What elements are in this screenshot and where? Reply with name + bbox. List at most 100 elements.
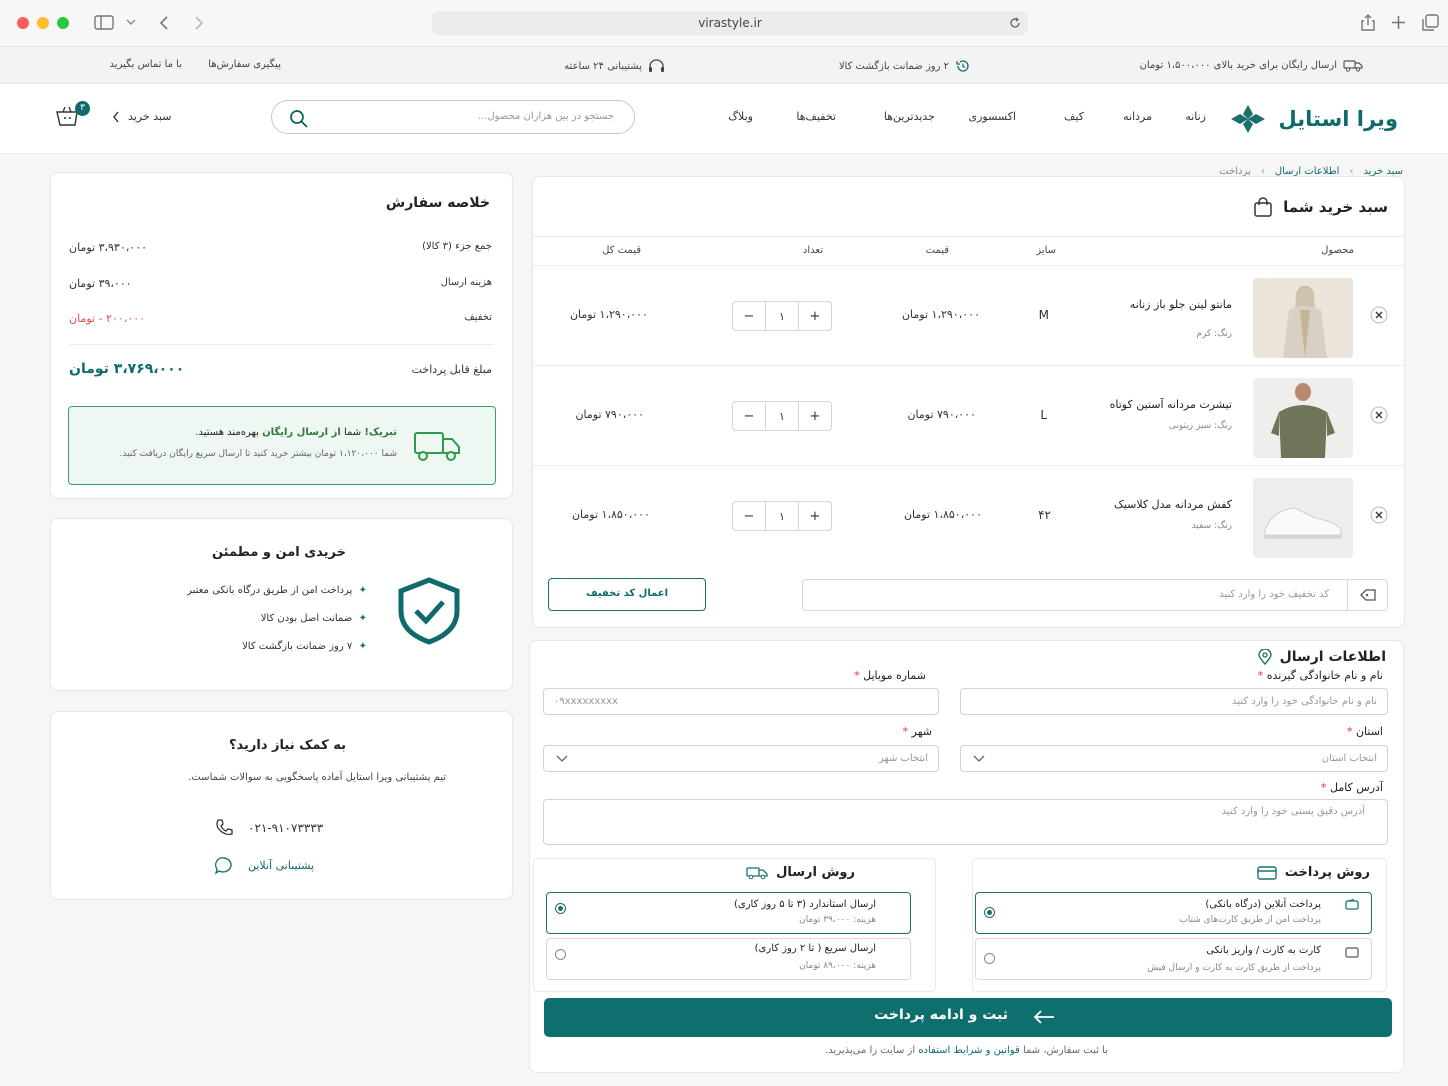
- share-icon[interactable]: [1360, 14, 1376, 32]
- search-icon[interactable]: [289, 109, 309, 129]
- address-textarea[interactable]: آدرس دقیق پستی خود را وارد کنید: [543, 799, 1388, 845]
- required-mark: *: [854, 669, 860, 682]
- decrease-qty-button[interactable]: −: [733, 402, 765, 430]
- shipping-method-title: روش ارسال: [776, 865, 855, 880]
- help-phone[interactable]: ۰۲۱-۹۱۰۷۳۳۳۳: [214, 818, 323, 838]
- shipping-cost-label: هزینه ارسال: [440, 277, 492, 288]
- close-window-button[interactable]: [17, 17, 29, 29]
- product-size: ۴۲: [1038, 508, 1051, 522]
- shipping-option-standard[interactable]: ارسال استاندارد (۳ تا ۵ روز کاری) هزینه:…: [546, 892, 911, 934]
- secure-title: خریدی امن و مطمئن: [211, 545, 346, 560]
- shipping-standard-title: ارسال استاندارد (۳ تا ۵ روز کاری): [733, 899, 876, 910]
- nav-men[interactable]: مردانه: [1123, 110, 1152, 123]
- address-label: آدرس کامل *: [1321, 781, 1383, 794]
- brand-logo[interactable]: ویرا استایل: [1227, 102, 1398, 136]
- required-mark: *: [1346, 725, 1353, 738]
- shipping-option-express[interactable]: ارسال سریع ( تا ۲ روز کاری) هزینه: ۸۹،۰۰…: [546, 938, 911, 980]
- qty-value[interactable]: ۱: [765, 302, 799, 330]
- new-tab-icon[interactable]: [1391, 15, 1406, 30]
- shipping-method-section: روش ارسال ارسال استاندارد (۳ تا ۵ روز کا…: [533, 858, 936, 992]
- zoom-window-button[interactable]: [57, 17, 69, 29]
- contact-us-link[interactable]: با ما تماس بگیرید: [110, 59, 182, 70]
- product-image-shoes[interactable]: [1253, 478, 1353, 558]
- search-box[interactable]: جستجو در بین هزاران محصول...: [271, 100, 635, 134]
- quantity-stepper[interactable]: −۱ +: [732, 501, 832, 531]
- sidebar-toggle-icon[interactable]: [94, 15, 114, 30]
- product-image-coat[interactable]: [1253, 278, 1353, 358]
- quantity-stepper[interactable]: −۱ +: [732, 401, 832, 431]
- payment-option-online[interactable]: پرداخت آنلاین (درگاه بانکی) پرداخت امن ا…: [975, 892, 1372, 934]
- product-size: L: [1040, 408, 1047, 422]
- product-name[interactable]: تیشرت مردانه آستین کوتاه: [1110, 398, 1232, 411]
- reload-icon[interactable]: [1009, 17, 1021, 29]
- mobile-input[interactable]: ۰۹xxxxxxxxx: [543, 688, 939, 715]
- chevron-down-icon[interactable]: [126, 18, 136, 26]
- chevron-down-icon: [973, 755, 985, 763]
- product-name[interactable]: مانتو لینن جلو باز زنانه: [1130, 298, 1232, 311]
- back-icon[interactable]: [158, 15, 170, 31]
- help-card: به کمک نیاز دارید؟ تیم پشتیبانی ویرا است…: [50, 711, 513, 900]
- delivery-truck-icon: [413, 429, 461, 463]
- qty-value[interactable]: ۱: [765, 402, 799, 430]
- nav-newest[interactable]: جدیدترین‌ها: [884, 110, 935, 123]
- terms-link[interactable]: قوانین و شرایط استفاده: [918, 1045, 1019, 1056]
- apply-coupon-button[interactable]: اعمال کد تخفیف: [548, 578, 706, 611]
- tabs-overview-icon[interactable]: [1422, 14, 1439, 31]
- city-select[interactable]: انتخاب شهر: [543, 745, 939, 772]
- payment-online-radio[interactable]: [984, 907, 995, 918]
- cart-table-header: محصول سایز قیمت تعداد قیمت کل: [533, 236, 1404, 266]
- address-label-text: آدرس کامل: [1329, 781, 1383, 794]
- decrease-qty-button[interactable]: −: [733, 502, 765, 530]
- increase-qty-button[interactable]: +: [799, 302, 831, 330]
- subtotal-label: جمع جزء (۳ کالا): [422, 241, 492, 252]
- payment-option-card-to-card[interactable]: کارت به کارت / واریز بانکی پرداخت از طری…: [975, 938, 1372, 980]
- province-placeholder: انتخاب استان: [1321, 753, 1377, 764]
- shipping-standard-radio[interactable]: [555, 903, 566, 914]
- cart-button[interactable]: ۳: [55, 101, 90, 128]
- increase-qty-button[interactable]: +: [799, 502, 831, 530]
- payment-method-header: روش پرداخت: [1257, 865, 1370, 880]
- address-bar[interactable]: virastyle.ir: [432, 11, 1028, 35]
- decrease-qty-button[interactable]: −: [733, 302, 765, 330]
- quantity-stepper[interactable]: −۱ +: [732, 301, 832, 331]
- city-label-text: شهر: [911, 725, 932, 738]
- payment-card-radio[interactable]: [984, 953, 995, 964]
- contact-us-text: با ما تماس بگیرید: [109, 59, 182, 70]
- online-support-link[interactable]: پشتیبانی آنلاین: [214, 856, 314, 875]
- secure-item: ✦ ضمانت اصل بودن کالا: [261, 613, 367, 624]
- required-mark: *: [1257, 669, 1264, 682]
- promo-prefix: تبریک!: [364, 427, 397, 438]
- cart-link[interactable]: سبد خرید: [112, 110, 172, 123]
- nav-accessories[interactable]: اکسسوری: [968, 110, 1016, 123]
- support-notice: پشتیبانی ۲۴ ساعته: [564, 59, 665, 74]
- forward-icon[interactable]: [193, 15, 205, 31]
- fullname-input[interactable]: نام و نام خانوادگی خود را وارد کنید: [960, 688, 1388, 715]
- remove-item-icon[interactable]: [1370, 506, 1388, 524]
- shipping-info-title: اطلاعات ارسال: [1279, 649, 1386, 665]
- qty-value[interactable]: ۱: [765, 502, 799, 530]
- product-name[interactable]: کفش مردانه مدل کلاسیک: [1114, 498, 1232, 511]
- summary-title: خلاصه سفارش: [385, 195, 490, 211]
- province-select[interactable]: انتخاب استان: [960, 745, 1388, 772]
- shopping-bag-icon: [1253, 197, 1273, 217]
- remove-item-icon[interactable]: [1370, 306, 1388, 324]
- track-orders-link[interactable]: پیگیری سفارش‌ها: [208, 59, 281, 70]
- remove-item-icon[interactable]: [1370, 406, 1388, 424]
- coupon-input[interactable]: کد تخفیف خود را وارد کنید: [802, 579, 1388, 611]
- promo-sub: شما ۱،۱۲۰،۰۰۰ تومان بیشتر خرید کنید تا ا…: [119, 449, 397, 459]
- shipping-info-header: اطلاعات ارسال: [1257, 649, 1386, 665]
- submit-order-button[interactable]: ثبت و ادامه پرداخت: [544, 998, 1392, 1037]
- phone-number: ۰۲۱-۹۱۰۷۳۳۳۳: [248, 821, 324, 835]
- url-text: virastyle.ir: [698, 16, 762, 30]
- top-info-bar: ارسال رایگان برای خرید بالای ۱،۵۰۰،۰۰۰ ت…: [0, 48, 1448, 84]
- product-image-tshirt[interactable]: [1253, 378, 1353, 458]
- diamond-bullet-icon: ✦: [358, 641, 367, 652]
- minimize-window-button[interactable]: [37, 17, 49, 29]
- nav-women[interactable]: زنانه: [1185, 110, 1206, 123]
- shipping-express-radio[interactable]: [555, 949, 566, 960]
- free-shipping-text: ارسال رایگان برای خرید بالای ۱،۵۰۰،۰۰۰ ت…: [1139, 60, 1337, 71]
- nav-bags[interactable]: کیف: [1064, 110, 1084, 123]
- nav-blog[interactable]: وبلاگ: [728, 110, 753, 123]
- nav-discounts[interactable]: تخفیف‌ها: [796, 110, 836, 123]
- increase-qty-button[interactable]: +: [799, 402, 831, 430]
